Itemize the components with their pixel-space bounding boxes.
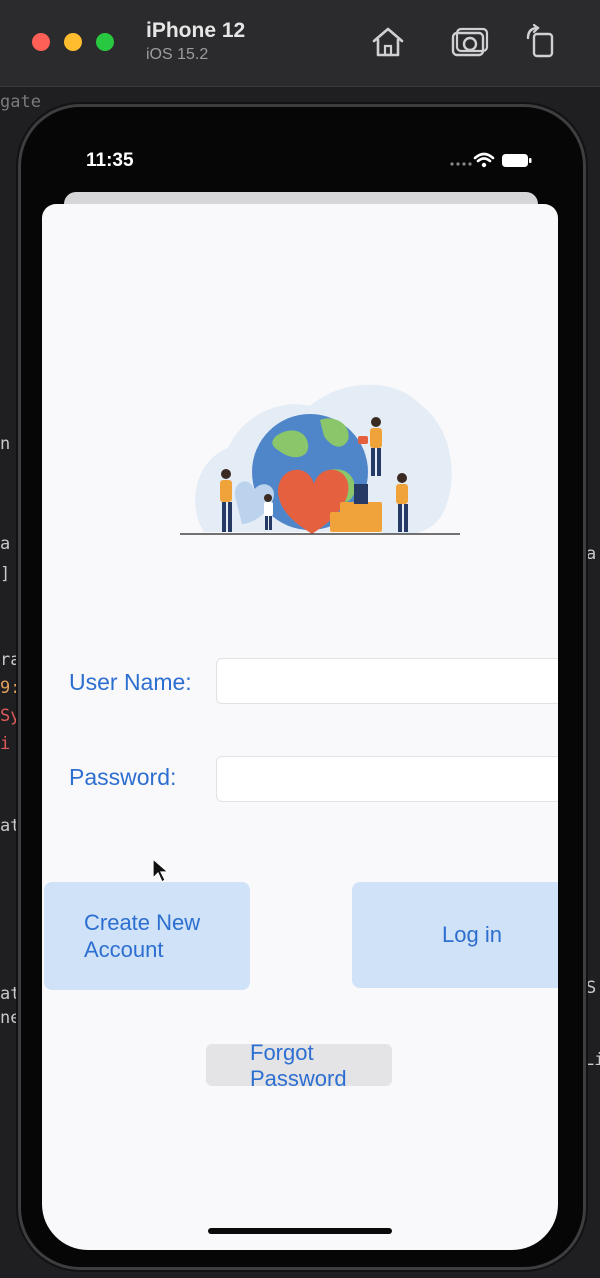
- status-time: 11:35: [86, 150, 134, 171]
- create-account-label-line2: Account: [84, 937, 164, 962]
- wifi-icon: [473, 152, 495, 168]
- home-icon[interactable]: [368, 24, 408, 60]
- editor-fragment: Li: [584, 1050, 600, 1070]
- editor-fragment: i: [0, 734, 11, 754]
- close-window-button[interactable]: [32, 33, 50, 51]
- battery-icon: [502, 154, 532, 167]
- zoom-window-button[interactable]: [96, 33, 114, 51]
- editor-fragment: n: [0, 434, 11, 454]
- password-label: Password:: [69, 764, 177, 790]
- create-account-label: Create New Account: [84, 909, 200, 963]
- signal-dots-icon: [450, 162, 472, 166]
- forgot-password-line2: Password: [250, 1066, 347, 1091]
- password-field[interactable]: [216, 756, 558, 802]
- screenshot-icon[interactable]: [450, 24, 490, 60]
- mouse-pointer-icon: [152, 858, 170, 883]
- editor-fragment: a: [586, 544, 597, 564]
- editor-fragment: ]: [0, 564, 11, 584]
- editor-fragment: S: [586, 978, 597, 998]
- create-account-label-line1: Create New: [84, 910, 201, 935]
- login-label: Log in: [442, 922, 502, 947]
- login-button[interactable]: Log in: [352, 882, 558, 988]
- os-version: iOS 15.2: [146, 46, 209, 63]
- device-name: iPhone 12: [146, 19, 246, 42]
- forgot-password-line1: Forgot: [250, 1040, 314, 1065]
- app-screen: User Name: Password: Create New Account …: [42, 204, 558, 1250]
- forgot-password-button[interactable]: Forgot Password: [206, 1040, 392, 1091]
- charity-globe-illustration: [180, 384, 460, 535]
- create-account-button[interactable]: Create New Account: [44, 882, 250, 990]
- rotate-icon[interactable]: [522, 24, 562, 60]
- status-icons: [450, 152, 532, 168]
- simulator-titlebar: iPhone 12 iOS 15.2: [0, 0, 600, 87]
- username-field[interactable]: [216, 658, 558, 704]
- username-label: User Name:: [69, 669, 192, 695]
- editor-fragment: a: [0, 534, 11, 554]
- home-indicator: [208, 1228, 392, 1234]
- editor-fragment: gate: [0, 92, 41, 112]
- minimize-window-button[interactable]: [64, 33, 82, 51]
